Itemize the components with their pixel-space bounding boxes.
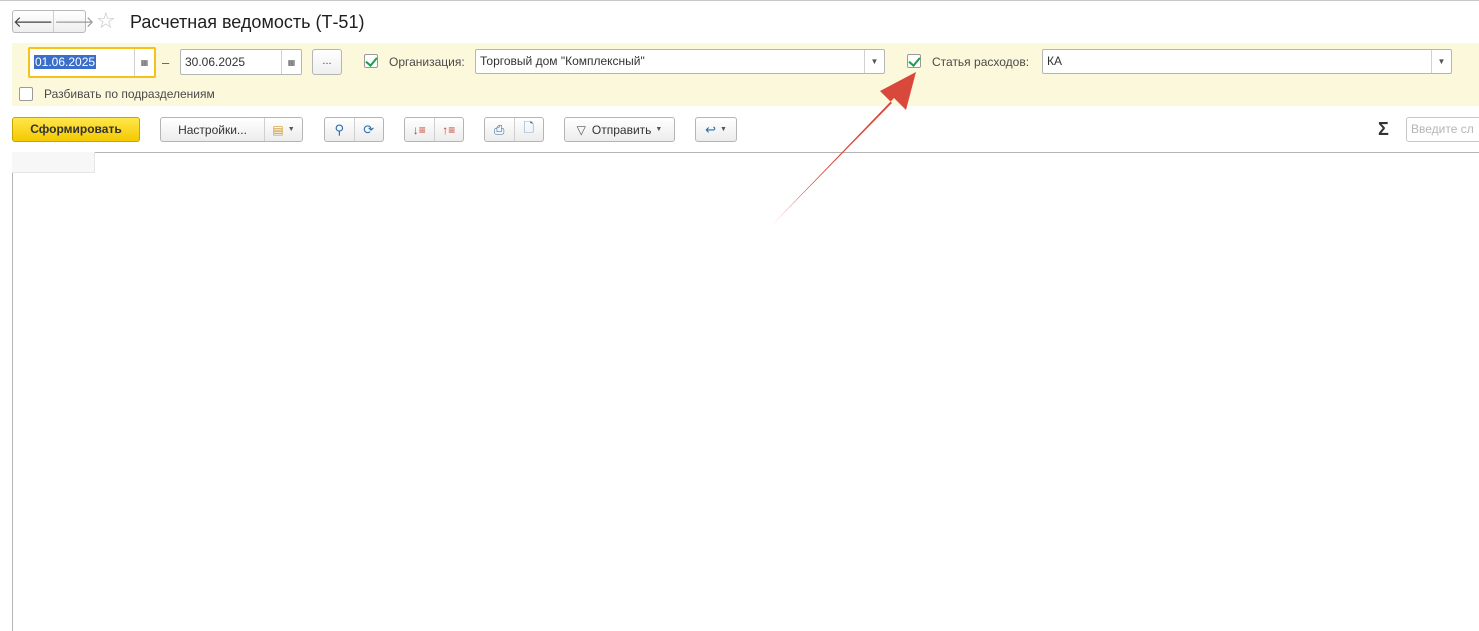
collapse-groups-button[interactable]: ↑≡ <box>433 118 464 141</box>
calendar-icon[interactable]: ▦ <box>134 49 154 76</box>
star-icon[interactable]: ☆ <box>96 8 116 34</box>
organization-checkbox[interactable] <box>364 54 378 68</box>
settings-button-group: Настройки... ▤ ▼ <box>160 117 303 142</box>
send-button[interactable]: ▽ Отправить ▼ <box>564 117 675 142</box>
date-to-field[interactable]: 30.06.2025 ▦ <box>180 49 302 75</box>
dropdown-icon[interactable]: ▼ <box>864 50 884 73</box>
print-button[interactable]: ⎙ <box>485 118 514 141</box>
dropdown-icon[interactable]: ▼ <box>1431 50 1451 73</box>
find-button[interactable]: ⚲ <box>325 118 354 141</box>
date-to-value: 30.06.2025 <box>185 55 246 69</box>
undo-arrow-icon: ↩ <box>705 121 716 137</box>
organization-label: Организация: <box>389 55 465 69</box>
sort-button-group: ↓≡ ↑≡ <box>404 117 464 142</box>
organization-field[interactable]: Торговый дом "Комплексный" ▼ <box>475 49 885 74</box>
generate-button[interactable]: Сформировать <box>12 117 140 142</box>
print-button-group: ⎙ 🗋 <box>484 117 544 142</box>
more-actions-button[interactable]: ↩ ▼ <box>695 117 737 142</box>
search-icon: ⚲ <box>334 121 345 137</box>
split-by-department-label: Разбивать по подразделениям <box>44 87 215 101</box>
search-button-group: ⚲ ⟳ <box>324 117 384 142</box>
split-by-department-checkbox[interactable] <box>19 87 33 101</box>
variants-button[interactable]: ▤ ▼ <box>264 118 302 141</box>
organization-value: Торговый дом "Комплексный" <box>480 54 645 68</box>
period-select-button[interactable]: ... <box>312 49 342 75</box>
window-top-border <box>0 0 1479 1</box>
sum-icon[interactable]: Σ <box>1378 119 1389 140</box>
print-preview-button[interactable]: 🗋 <box>513 118 544 141</box>
expand-icon: ↓≡ <box>412 122 426 137</box>
send-icon: ▽ <box>576 122 586 137</box>
expense-item-checkbox[interactable] <box>907 54 921 68</box>
report-area[interactable] <box>12 152 1479 631</box>
date-from-field[interactable]: 01.06.2025 ▦ <box>28 47 156 78</box>
navigation-buttons: 🡐 🡒 <box>12 10 94 33</box>
folder-icon: ▤ <box>272 122 284 137</box>
send-label: Отправить <box>591 122 652 137</box>
expense-item-label: Статья расходов: <box>932 55 1030 69</box>
printer-icon: ⎙ <box>494 121 505 137</box>
report-corner-cell <box>12 152 95 173</box>
search-input[interactable]: Введите сл <box>1406 117 1479 142</box>
collapse-icon: ↑≡ <box>442 122 456 137</box>
back-button[interactable]: 🡐 <box>13 11 55 32</box>
preview-icon: 🗋 <box>523 119 534 135</box>
find-next-button[interactable]: ⟳ <box>353 118 384 141</box>
search-refresh-icon: ⟳ <box>363 121 375 137</box>
page-title: Расчетная ведомость (Т-51) <box>130 12 365 32</box>
arrow-left-icon: 🡐 <box>13 14 54 31</box>
settings-button[interactable]: Настройки... <box>161 118 264 141</box>
expense-item-value: КА <box>1047 54 1062 68</box>
calendar-icon[interactable]: ▦ <box>281 50 301 74</box>
arrow-right-icon: 🡒 <box>54 14 95 31</box>
expense-item-field[interactable]: КА ▼ <box>1042 49 1452 74</box>
expand-groups-button[interactable]: ↓≡ <box>405 118 434 141</box>
date-from-value: 01.06.2025 <box>34 55 97 69</box>
date-separator: – <box>162 55 170 70</box>
forward-button[interactable]: 🡒 <box>54 11 94 32</box>
